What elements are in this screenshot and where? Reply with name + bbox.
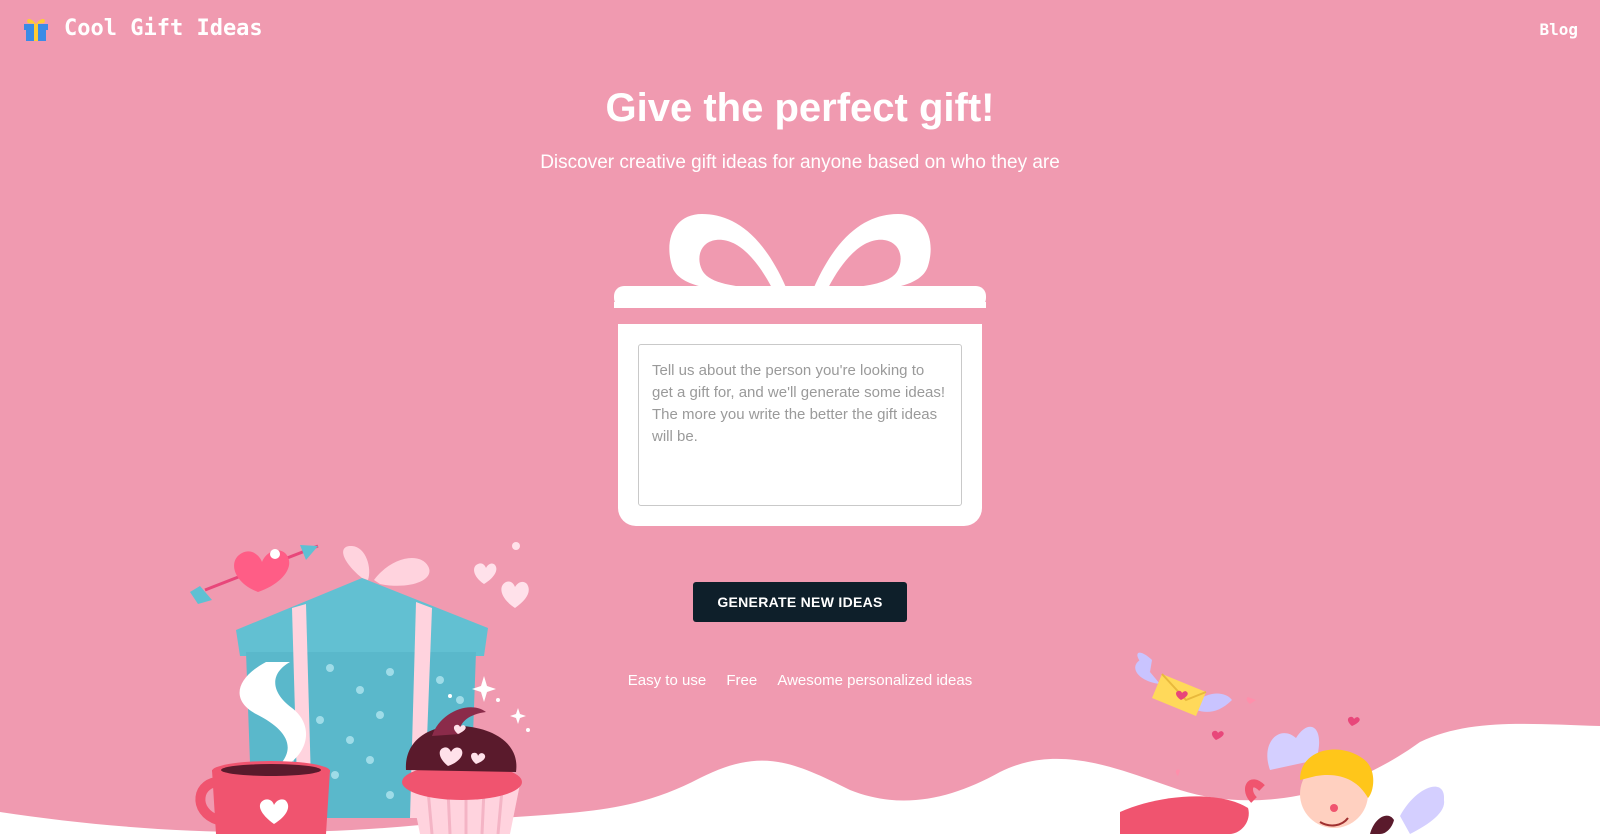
floating-heart <box>474 563 497 584</box>
wrapped-gift-icon <box>24 18 48 41</box>
brand-name: Cool Gift Ideas <box>64 15 263 41</box>
floating-heart <box>501 581 529 608</box>
brand[interactable]: Cool Gift Ideas <box>22 14 263 42</box>
person-description-input[interactable] <box>638 344 962 506</box>
feature-item: Awesome personalized ideas <box>777 672 973 689</box>
feature-item: Easy to use <box>627 672 707 689</box>
gift-frame-illustration <box>614 214 986 308</box>
page-subtitle: Discover creative gift ideas for anyone … <box>540 152 1060 173</box>
heart-arrow <box>190 544 319 604</box>
coffee-cup <box>195 761 330 834</box>
feature-item: Free <box>726 672 758 689</box>
generate-ideas-button[interactable]: GENERATE NEW IDEAS <box>693 582 907 622</box>
floating-dot <box>512 542 520 550</box>
feature-list: Easy to use Free Awesome personalized id… <box>0 672 1600 689</box>
top-bar: Cool Gift Ideas Blog <box>0 0 1600 60</box>
nav-blog-link[interactable]: Blog <box>1539 20 1578 39</box>
page-title: Give the perfect gift! <box>605 86 995 130</box>
